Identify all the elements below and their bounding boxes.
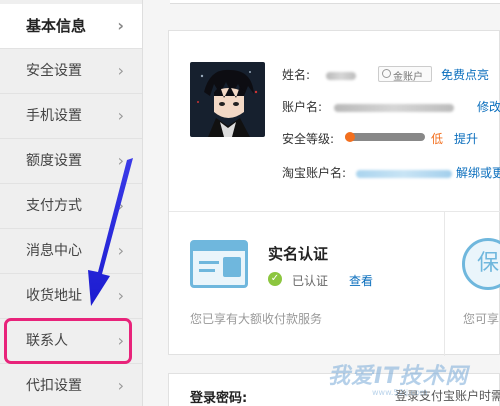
realname-title: 实名认证 [268,245,329,263]
taobao-account-value-blurred [355,169,452,178]
watermark-logo: 我爱IT技术网 [328,364,469,389]
login-password-label: 登录密码: [190,391,248,406]
card-vertical-divider [444,212,445,356]
watermark-url: www.52ij.com [372,388,428,397]
check-icon: ✓ [268,272,282,286]
taobao-account-label: 淘宝账户名: [282,166,347,180]
account-row: 账户名: [282,98,454,115]
security-level-indicator [345,132,355,142]
account-value-blurred [333,103,454,112]
security-level-row: 安全等级: [282,130,334,147]
security-level-value: 低 [431,132,444,146]
unbind-taobao-link[interactable]: 解绑或更 [456,164,500,181]
avatar[interactable] [190,62,265,137]
insurance-description: 您可享 [463,312,500,326]
top-divider [170,0,500,4]
taobao-account-row: 淘宝账户名: [282,164,452,181]
gold-account-badge: 金账户 [378,66,432,83]
account-label: 账户名: [282,100,323,114]
name-row: 姓名: [282,66,356,83]
modify-account-link[interactable]: 修改 [477,98,500,115]
card-divider [169,211,500,212]
verified-status: 已认证 [292,274,329,288]
free-activate-link[interactable]: 免费点亮 [441,66,489,83]
security-level-bar [345,132,425,142]
upgrade-security-link[interactable]: 提升 [454,130,478,147]
badge-label: 金账户 [393,72,423,83]
account-icon [382,69,391,78]
security-level-label: 安全等级: [282,132,335,146]
id-card-icon [190,240,248,288]
view-verification-link[interactable]: 查看 [349,272,373,289]
realname-description: 您已享有大额收付款服务 [190,312,323,326]
name-label: 姓名: [282,68,311,82]
name-value-blurred [325,71,356,80]
